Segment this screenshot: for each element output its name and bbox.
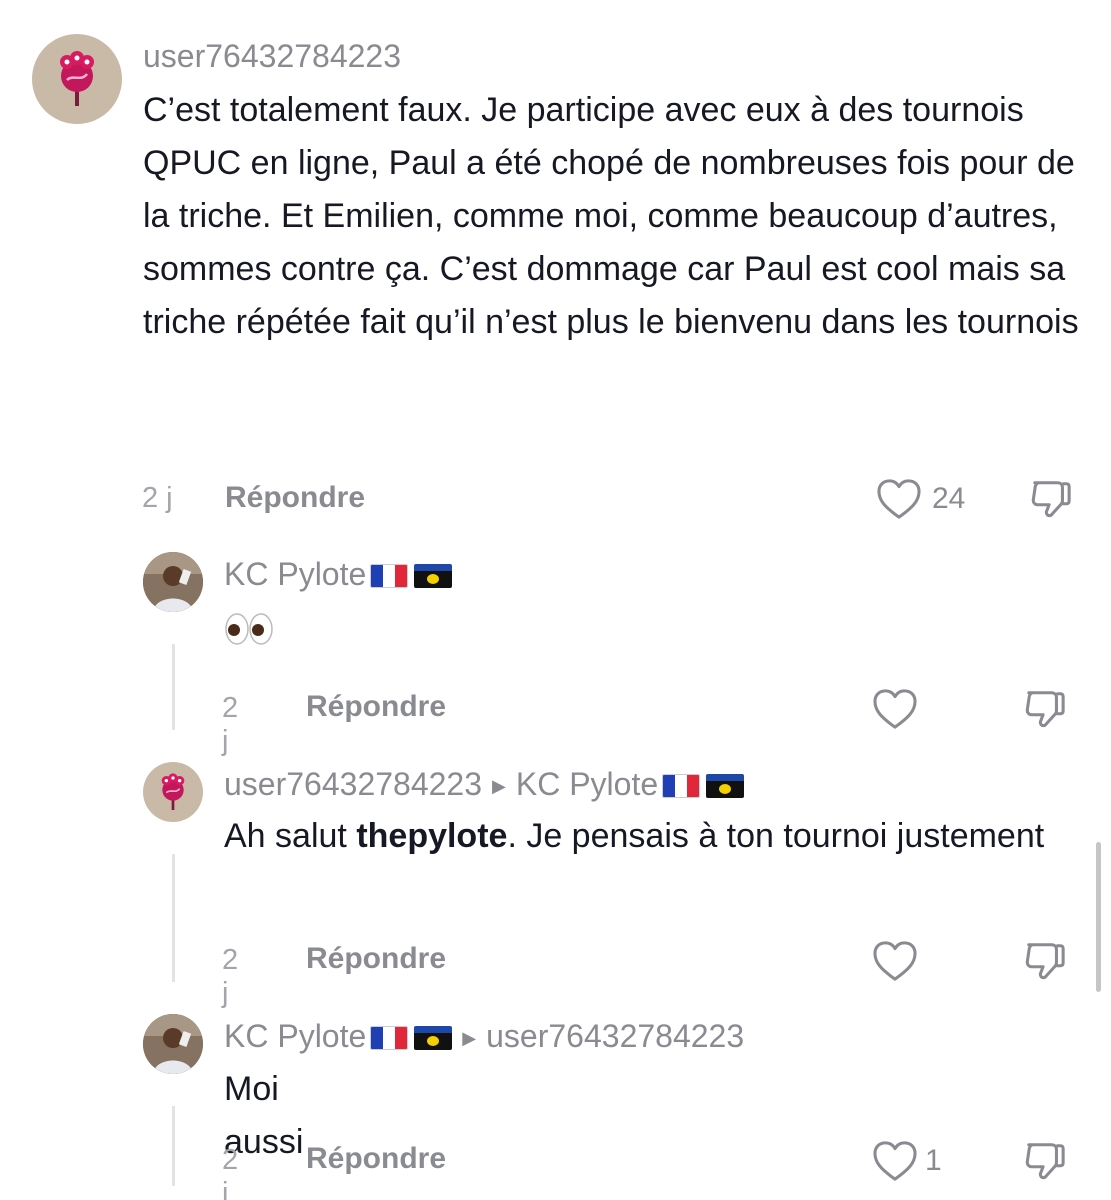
guadeloupe-flag-icon — [706, 774, 745, 798]
france-flag-icon — [370, 564, 409, 588]
thread-line — [172, 644, 175, 730]
guadeloupe-flag-icon — [414, 564, 453, 588]
reply-username-text: KC Pylote — [224, 556, 367, 592]
thumbs-down-icon[interactable] — [1022, 1140, 1068, 1182]
reply-username-text: user76432784223 — [224, 766, 483, 802]
eyes-icon — [225, 613, 273, 645]
avatar[interactable] — [143, 762, 203, 822]
heart-icon[interactable] — [872, 1140, 918, 1182]
reply-username-text: KC Pylote — [224, 1018, 367, 1054]
france-flag-icon — [662, 774, 701, 798]
comment-username[interactable]: user76432784223 — [143, 38, 401, 75]
flower-avatar-icon — [160, 772, 186, 810]
france-flag-icon — [370, 1026, 409, 1050]
reply-username[interactable]: user76432784223 ▶ KC Pylote — [224, 766, 745, 803]
heart-icon[interactable] — [872, 940, 918, 982]
reply-text: Ah salut thepylote. Je pensais à ton tou… — [224, 810, 1064, 863]
thumbs-down-icon[interactable] — [1022, 688, 1068, 730]
comment-text: C’est totalement faux. Je participe avec… — [143, 91, 1079, 341]
person-avatar-icon — [143, 552, 203, 612]
avatar[interactable] — [32, 34, 122, 124]
avatar[interactable] — [143, 1014, 203, 1074]
thumbs-down-icon[interactable] — [1028, 478, 1074, 520]
comment-time: 2 j — [142, 482, 173, 514]
thread-line — [172, 1106, 175, 1186]
reply-button[interactable]: Répondre — [306, 942, 446, 976]
heart-icon[interactable] — [876, 478, 922, 520]
guadeloupe-flag-icon — [414, 1026, 453, 1050]
reply-to-username[interactable]: KC Pylote — [516, 766, 658, 802]
reply-button[interactable]: Répondre — [306, 690, 446, 724]
reply-time: 2 j — [222, 1144, 239, 1200]
mention-link[interactable]: thepylote — [356, 817, 507, 855]
reply-button[interactable]: Répondre — [225, 481, 365, 515]
comment-main: user76432784223 C’est totalement faux. J… — [0, 0, 1111, 540]
reply-time: 2 j — [222, 944, 239, 1009]
like-count: 1 — [925, 1144, 942, 1177]
reply-time: 2 j — [222, 692, 239, 757]
reply-username[interactable]: KC Pylote ▶ user76432784223 — [224, 1018, 744, 1055]
reply-to-username[interactable]: user76432784223 — [486, 1018, 744, 1054]
eyes-emoji — [224, 612, 274, 651]
reply-button[interactable]: Répondre — [306, 1142, 446, 1176]
flower-avatar-icon — [58, 49, 96, 106]
thread-line — [172, 854, 175, 982]
reply-username[interactable]: KC Pylote — [224, 556, 453, 593]
thumbs-down-icon[interactable] — [1022, 940, 1068, 982]
scrollbar[interactable] — [1096, 842, 1101, 992]
reply-text-prefix: Ah salut — [224, 817, 357, 855]
like-count: 24 — [932, 482, 966, 515]
reply-text-suffix: . Je pensais à ton tournoi justement — [507, 817, 1045, 855]
triangle-right-icon: ▶ — [462, 1028, 477, 1048]
avatar[interactable] — [143, 552, 203, 612]
triangle-right-icon: ▶ — [492, 776, 506, 796]
heart-icon[interactable] — [872, 688, 918, 730]
person-avatar-icon — [143, 1014, 203, 1074]
